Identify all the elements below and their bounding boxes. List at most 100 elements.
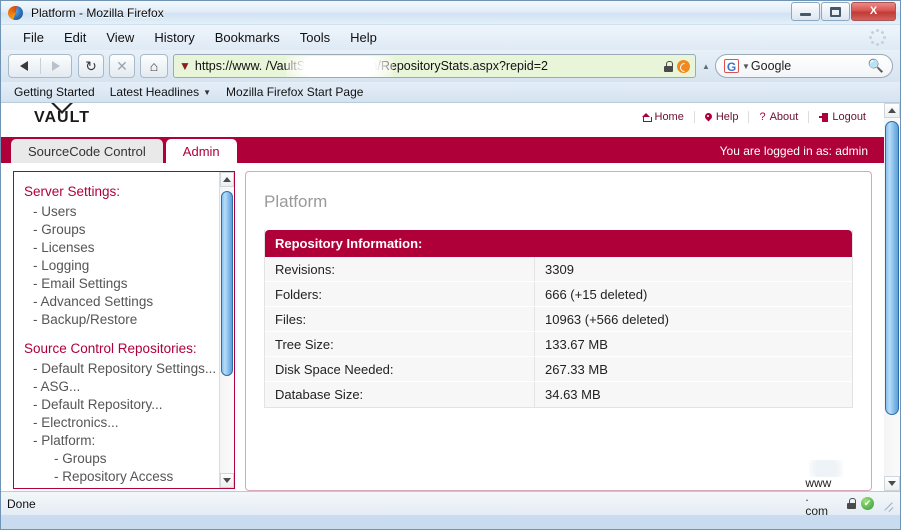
maximize-button[interactable] [821, 2, 850, 21]
bookmark-latest-headlines[interactable]: Latest Headlines ▼ [110, 85, 211, 99]
status-bar: Done www . com ✔ [1, 459, 900, 518]
table-row: Disk Space Needed: 267.33 MB [265, 357, 852, 382]
status-host: www . com [779, 459, 843, 530]
bookmark-firefox-start-page[interactable]: Mozilla Firefox Start Page [226, 85, 363, 99]
title-bar: Platform - Mozilla Firefox X [1, 1, 900, 25]
search-bar[interactable]: G ▼ Google 🔍 [715, 54, 893, 78]
home-button[interactable]: ⌂ [140, 54, 168, 78]
vault-tab-strip: SourceCode Control Admin You are logged … [1, 137, 884, 163]
tab-admin[interactable]: Admin [165, 139, 237, 163]
sidebar-item-default-repository-settings[interactable]: - Default Repository Settings... [24, 359, 234, 377]
secure-connection-badge: ✔ [861, 497, 874, 510]
chevron-down-icon[interactable]: ▼ [742, 62, 750, 71]
sidebar-item-email-settings[interactable]: - Email Settings [24, 274, 234, 292]
menu-file[interactable]: File [13, 28, 54, 47]
link-label: Logout [832, 111, 866, 123]
row-label-disk-space-needed: Disk Space Needed: [265, 357, 535, 381]
scroll-down-arrow-icon[interactable] [220, 473, 234, 488]
reload-button[interactable]: ↻ [78, 54, 104, 78]
page-scrollbar[interactable] [884, 103, 900, 491]
repository-information-table: Repository Information: Revisions: 3309 … [264, 230, 853, 408]
admin-sidebar: Server Settings: - Users - Groups - Lice… [13, 171, 235, 489]
scroll-up-arrow-icon[interactable] [220, 172, 234, 187]
row-label-folders: Folders: [265, 282, 535, 306]
row-value-folders: 666 (+15 deleted) [545, 286, 648, 302]
link-logout[interactable]: Logout [808, 111, 876, 123]
table-row: Folders: 666 (+15 deleted) [265, 282, 852, 307]
site-identity-icon[interactable]: ▼ [174, 59, 195, 73]
window-controls: X [791, 2, 896, 21]
minimize-button[interactable] [791, 2, 820, 21]
row-label-tree-size: Tree Size: [265, 332, 535, 356]
status-host-suffix: com [805, 503, 828, 518]
link-label: Help [715, 111, 739, 123]
sidebar-item-electronics[interactable]: - Electronics... [24, 413, 234, 431]
row-label-files: Files: [265, 307, 535, 331]
redaction-overlay [286, 56, 393, 77]
forward-button[interactable] [41, 55, 72, 77]
scroll-up-arrow-icon[interactable] [884, 103, 900, 118]
reload-icon: ↻ [85, 58, 97, 74]
menu-help[interactable]: Help [340, 28, 387, 47]
sidebar-scrollbar-thumb[interactable] [221, 191, 233, 376]
bookmark-getting-started[interactable]: Getting Started [14, 85, 95, 99]
sidebar-item-users[interactable]: - Users [24, 202, 234, 220]
vault-logo: VAULT [26, 103, 98, 127]
sidebar-item-asg[interactable]: - ASG... [24, 377, 234, 395]
sidebar-item-platform-repository-access[interactable]: - Repository Access [24, 467, 234, 485]
link-about[interactable]: ? About [748, 111, 808, 123]
link-help[interactable]: Help [693, 111, 749, 123]
address-bar-indicators [664, 55, 690, 77]
loading-spinner-icon [869, 29, 886, 46]
link-label: About [769, 111, 799, 123]
sidebar-scrollbar[interactable] [219, 172, 234, 488]
chevron-down-icon: ▼ [203, 87, 212, 97]
redaction-overlay [808, 459, 843, 477]
navigation-toolbar: ↻ ✕ ⌂ ▼ https://www. /VaultService/Admin… [1, 50, 900, 82]
table-row: Files: 10963 (+566 deleted) [265, 307, 852, 332]
row-value-tree-size: 133.67 MB [545, 336, 608, 352]
sidebar-item-advanced-settings[interactable]: - Advanced Settings [24, 292, 234, 310]
menu-view[interactable]: View [96, 28, 144, 47]
page-scrollbar-track[interactable] [884, 103, 900, 491]
row-value-disk-space-needed: 267.33 MB [545, 361, 608, 377]
search-icon[interactable]: 🔍 [868, 58, 884, 74]
row-label-database-size: Database Size: [265, 382, 535, 407]
stop-button[interactable]: ✕ [109, 54, 135, 78]
bookmark-label: Getting Started [14, 85, 95, 99]
admin-content: Server Settings: - Users - Groups - Lice… [1, 163, 884, 491]
table-header: Repository Information: [265, 230, 852, 257]
sidebar-item-logging[interactable]: - Logging [24, 256, 234, 274]
close-button[interactable]: X [851, 2, 896, 21]
search-input[interactable]: Google [751, 59, 868, 73]
firefox-logo-icon [8, 5, 24, 21]
sidebar-item-platform-groups[interactable]: - Groups [24, 449, 234, 467]
rss-feed-icon[interactable] [677, 59, 690, 73]
sidebar-item-backup-restore[interactable]: - Backup/Restore [24, 310, 234, 328]
status-text: Done [7, 496, 36, 511]
row-value-files: 10963 (+566 deleted) [545, 311, 669, 327]
sidebar-item-default-repository[interactable]: - Default Repository... [24, 395, 234, 413]
lock-icon [847, 498, 856, 509]
page-scrollbar-thumb[interactable] [885, 121, 899, 415]
sidebar-item-licenses[interactable]: - Licenses [24, 238, 234, 256]
page-title: Platform [264, 192, 328, 211]
toolbar-overflow-chevron-icon[interactable]: ▲ [700, 62, 712, 71]
tab-sourcecode-control[interactable]: SourceCode Control [11, 139, 163, 163]
window-title: Platform - Mozilla Firefox [31, 5, 164, 20]
sidebar-item-groups[interactable]: - Groups [24, 220, 234, 238]
logged-in-status: You are logged in as: admin [719, 144, 868, 158]
row-value-revisions: 3309 [545, 261, 574, 277]
question-mark-icon: ? [759, 110, 766, 123]
sidebar-item-platform[interactable]: - Platform: [24, 431, 234, 449]
menu-tools[interactable]: Tools [290, 28, 340, 47]
menu-history[interactable]: History [144, 28, 204, 47]
menu-bookmarks[interactable]: Bookmarks [205, 28, 290, 47]
resize-grip-icon[interactable] [882, 498, 894, 510]
back-button[interactable] [9, 55, 40, 77]
menu-edit[interactable]: Edit [54, 28, 96, 47]
row-label-revisions: Revisions: [265, 257, 535, 281]
bookmark-label: Mozilla Firefox Start Page [226, 85, 364, 99]
address-bar[interactable]: ▼ https://www. /VaultService/Admin/Repos… [173, 54, 696, 78]
link-home[interactable]: Home [632, 111, 694, 123]
